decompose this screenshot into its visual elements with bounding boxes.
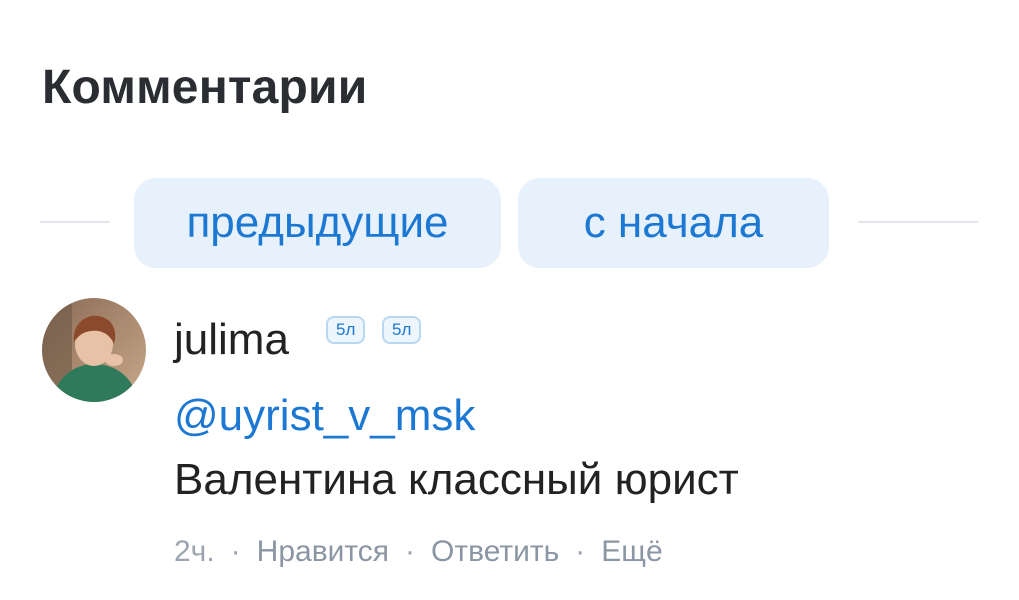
comments-page: Комментарии предыдущие с начала julima 5…	[0, 0, 1019, 600]
divider-left	[40, 221, 110, 223]
reply-button[interactable]: Ответить	[431, 530, 559, 574]
comments-section-title: Комментарии	[42, 61, 368, 114]
more-button[interactable]: Ещё	[601, 530, 662, 574]
author-badge: 5л	[326, 316, 366, 344]
comment-timestamp: 2ч.	[174, 535, 215, 568]
like-button[interactable]: Нравится	[257, 530, 389, 574]
meta-separator: ·	[405, 535, 416, 568]
comment-meta: 2ч. · Нравится · Ответить · Ещё	[174, 530, 663, 574]
meta-separator: ·	[230, 535, 241, 568]
load-from-start-button[interactable]: с начала	[518, 178, 829, 268]
load-previous-comments-button[interactable]: предыдущие	[134, 178, 501, 268]
user-photo-avatar[interactable]	[42, 298, 146, 402]
mention-link[interactable]: @uyrist_v_msk	[174, 388, 475, 444]
comment-text: Валентина классный юрист	[174, 455, 739, 504]
divider-right	[858, 221, 978, 223]
comment-author-name[interactable]: julima	[174, 312, 289, 368]
meta-separator: ·	[575, 535, 586, 568]
author-badge: 5л	[382, 316, 422, 344]
